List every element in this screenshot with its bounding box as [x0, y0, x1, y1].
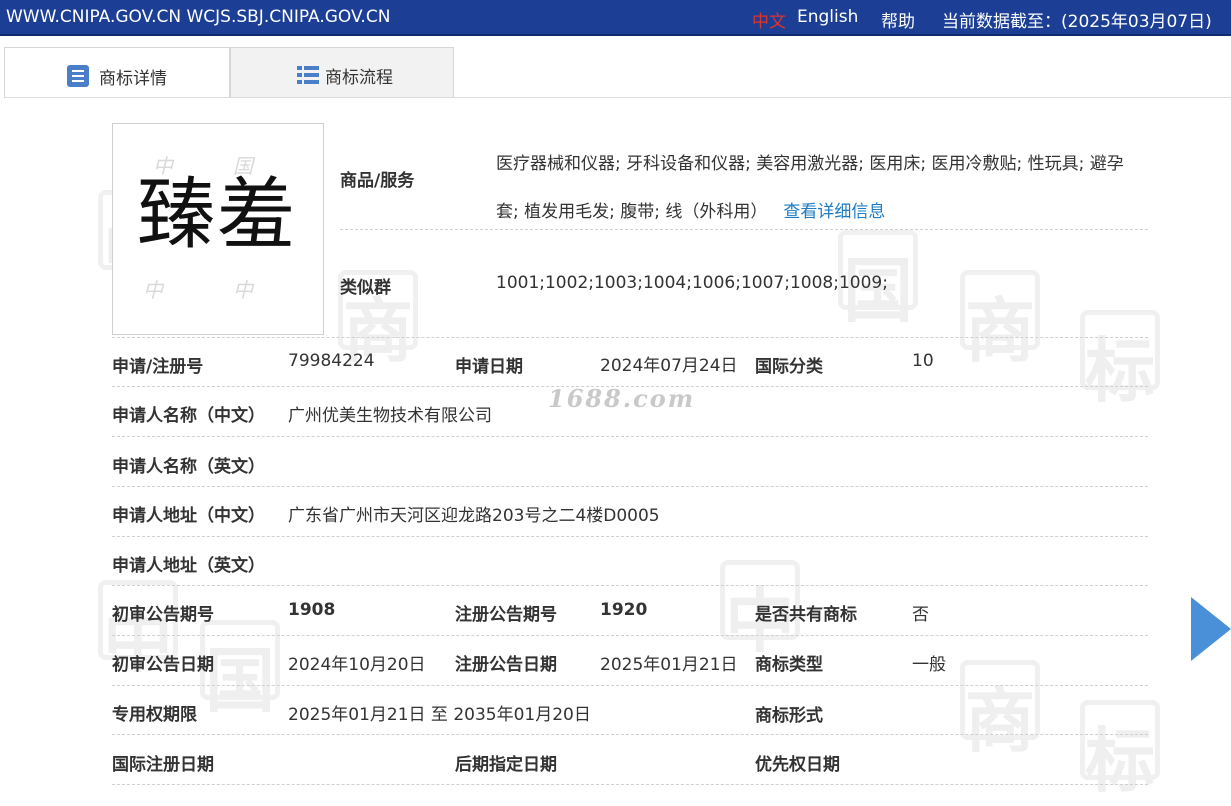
divider: [112, 536, 1148, 537]
address-en-label: 申请人地址（英文）: [112, 556, 265, 576]
address-cn-value: 广东省广州市天河区迎龙路203号之二4楼D0005: [288, 506, 660, 526]
top-bar: WWW.CNIPA.GOV.CN WCJS.SBJ.CNIPA.GOV.CN 中…: [0, 0, 1231, 36]
goods-label: 商品/服务: [340, 171, 415, 191]
mark-form-label: 商标形式: [755, 706, 823, 726]
image-watermark: 中: [233, 278, 253, 302]
prelim-no-label: 初审公告期号: [112, 605, 214, 625]
exclusive-period-label: 专用权期限: [112, 705, 197, 725]
goods-list: 医疗器械和仪器; 牙科设备和仪器; 美容用激光器; 医用床; 医用冷敷贴; 性玩…: [496, 140, 1146, 236]
intl-class-label: 国际分类: [755, 357, 823, 377]
site-url[interactable]: WWW.CNIPA.GOV.CN WCJS.SBJ.CNIPA.GOV.CN: [6, 7, 390, 27]
divider: [112, 486, 1148, 487]
divider: [112, 734, 1148, 735]
priority-date-label: 优先权日期: [755, 755, 840, 775]
background-watermark: 国: [838, 230, 918, 332]
lang-english-link[interactable]: English: [797, 7, 858, 27]
apply-date-value: 2024年07月24日: [600, 356, 738, 376]
shared-mark-label: 是否共有商标: [755, 605, 857, 625]
tab-bar: 商标详情 商标流程: [4, 47, 1231, 98]
trademark-text: 臻羞: [137, 170, 298, 260]
prelim-date-label: 初审公告日期: [112, 655, 214, 675]
address-cn-label: 申请人地址（中文）: [112, 506, 265, 526]
divider: [112, 784, 1148, 785]
intl-class-value: 10: [912, 351, 934, 371]
tab-label: 商标流程: [325, 68, 393, 88]
list-bullets-icon: [297, 66, 319, 84]
reg-no-label: 申请/注册号: [112, 357, 204, 377]
applicant-cn-label: 申请人名称（中文）: [112, 406, 265, 426]
reg-pub-no-label: 注册公告期号: [455, 605, 557, 625]
background-watermark: 商: [960, 270, 1040, 372]
divider: [112, 436, 1148, 437]
background-watermark: 标: [1080, 310, 1160, 412]
reg-pub-date-value: 2025年01月21日: [600, 655, 738, 675]
view-details-link[interactable]: 查看详细信息: [783, 202, 885, 222]
reg-no-value: 79984224: [288, 351, 375, 371]
similar-group-value: 1001;1002;1003;1004;1006;1007;1008;1009;: [496, 273, 888, 293]
prelim-no-value: 1908: [288, 600, 336, 620]
tab-trademark-details[interactable]: 商标详情: [4, 47, 230, 98]
tab-divider: [4, 97, 1231, 98]
intl-reg-date-label: 国际注册日期: [112, 755, 214, 775]
divider: [112, 685, 1148, 686]
tab-trademark-process[interactable]: 商标流程: [230, 47, 454, 97]
similar-group-label: 类似群: [340, 278, 391, 298]
data-as-of: 当前数据截至：(2025年03月07日): [942, 12, 1212, 32]
applicant-en-label: 申请人名称（英文）: [112, 457, 265, 477]
mark-type-label: 商标类型: [755, 655, 823, 675]
list-doc-icon: [67, 65, 89, 87]
shared-mark-value: 否: [912, 605, 929, 625]
background-watermark: 商: [960, 660, 1040, 762]
exclusive-period-value: 2025年01月21日 至 2035年01月20日: [288, 705, 591, 725]
reg-pub-no-value: 1920: [600, 600, 648, 620]
watermark-1688: 1688.com: [548, 384, 696, 413]
divider: [112, 585, 1148, 586]
later-designation-label: 后期指定日期: [455, 755, 557, 775]
apply-date-label: 申请日期: [455, 357, 523, 377]
reg-pub-date-label: 注册公告日期: [455, 655, 557, 675]
image-watermark: 中: [143, 278, 163, 302]
help-link[interactable]: 帮助: [881, 7, 915, 32]
divider: [112, 635, 1148, 636]
background-watermark: 标: [1080, 700, 1160, 802]
mark-type-value: 一般: [912, 655, 946, 675]
divider: [112, 337, 1148, 338]
lang-chinese-link[interactable]: 中文: [752, 7, 786, 32]
trademark-image: 中 国 中 中 臻羞: [112, 123, 324, 335]
tab-label: 商标详情: [99, 69, 167, 89]
divider: [340, 229, 1148, 230]
next-arrow-icon[interactable]: [1191, 597, 1231, 661]
prelim-date-value: 2024年10月20日: [288, 655, 426, 675]
applicant-cn-value: 广州优美生物技术有限公司: [288, 406, 492, 426]
